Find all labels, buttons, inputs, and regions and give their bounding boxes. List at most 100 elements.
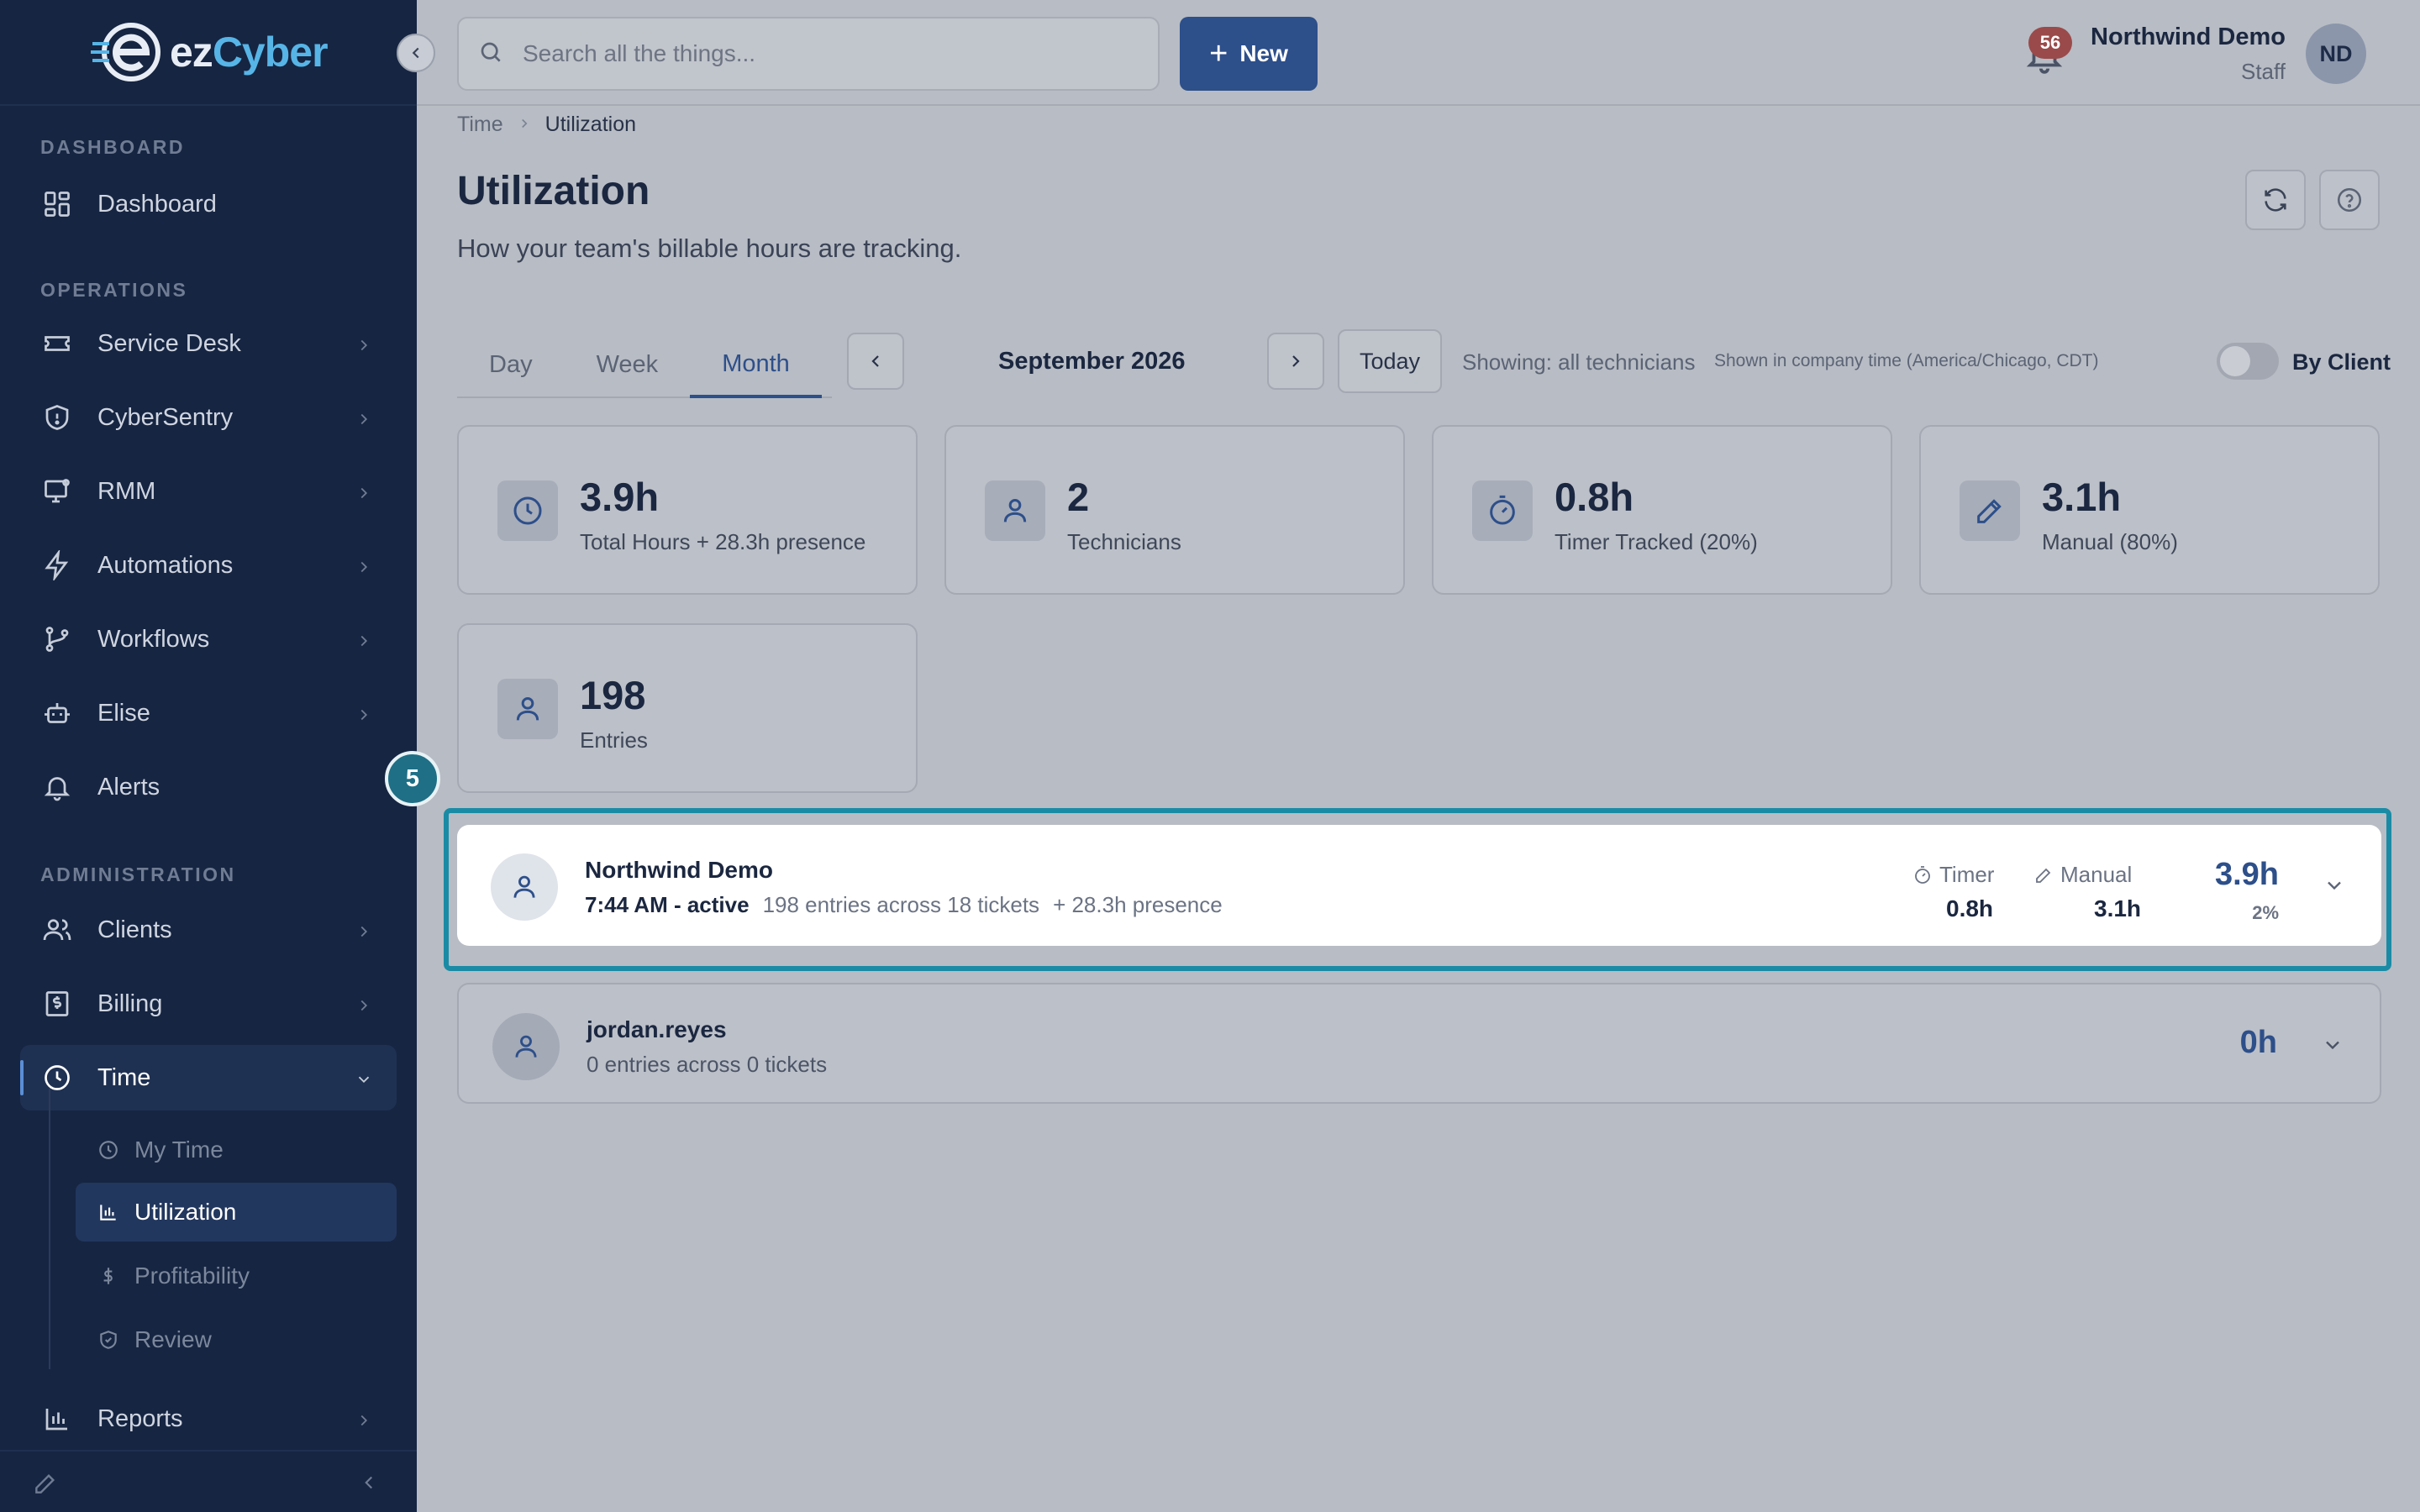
chevron-down-icon	[355, 1068, 373, 1095]
technician-entries: 198 entries across 18 tickets	[762, 892, 1040, 917]
sidebar-item-cybersentry[interactable]: CyberSentry	[20, 385, 397, 450]
sidebar-item-service-desk[interactable]: Service Desk	[20, 311, 397, 376]
search-icon	[477, 39, 504, 70]
chevron-right-icon	[1292, 355, 1300, 367]
pencil-icon	[1960, 480, 2020, 541]
section-label-operations: OPERATIONS	[40, 279, 188, 301]
stat-value: 3.1h	[2042, 475, 2122, 519]
logo-mark-icon	[91, 20, 166, 84]
sidebar-item-elise[interactable]: Elise	[20, 680, 397, 746]
avatar[interactable]: ND	[2306, 24, 2366, 84]
technician-status: 7:44 AM - active	[585, 892, 750, 917]
subnav-item-profitability[interactable]: Profitability	[76, 1247, 397, 1305]
new-button[interactable]: + New	[1180, 17, 1318, 91]
page-title: Utilization	[457, 169, 650, 213]
stat-label: Timer Tracked (20%)	[1555, 529, 1758, 554]
help-button[interactable]	[2319, 170, 2380, 230]
technician-entries: 0 entries across 0 tickets	[587, 1052, 828, 1077]
dollar-icon	[96, 1263, 121, 1289]
technician-row[interactable]: jordan.reyes 0 entries across 0 tickets …	[457, 983, 2381, 1104]
sidebar-item-time[interactable]: Time	[20, 1045, 397, 1110]
stat-card-entries: 198 Entries	[457, 623, 918, 793]
manual-metric-header: Manual	[2033, 862, 2132, 888]
chevron-left-icon	[871, 355, 879, 367]
bar-chart-icon	[40, 1402, 74, 1436]
shield-icon	[40, 401, 74, 434]
stat-card-manual: 3.1h Manual (80%)	[1919, 425, 2380, 595]
stat-value: 2	[1067, 475, 1090, 519]
sidebar-item-alerts[interactable]: Alerts	[20, 754, 397, 820]
subnav-item-my-time[interactable]: My Time	[76, 1121, 397, 1179]
ezcyber-logo[interactable]: ezCyber	[91, 20, 329, 84]
sidebar-item-label: Workflows	[97, 625, 210, 653]
sidebar-item-automations[interactable]: Automations	[20, 533, 397, 598]
section-label-administration: ADMINISTRATION	[40, 864, 236, 885]
refresh-button[interactable]	[2245, 170, 2306, 230]
sidebar-item-label: Automations	[97, 551, 234, 579]
section-label-dashboard: DASHBOARD	[40, 136, 185, 158]
sidebar-collapse-button[interactable]	[397, 34, 435, 72]
collapse-left-icon[interactable]	[358, 1472, 380, 1498]
subnav-item-review[interactable]: Review	[76, 1310, 397, 1369]
chevron-right-icon	[355, 555, 373, 583]
today-button[interactable]: Today	[1338, 329, 1442, 393]
grid-icon	[40, 187, 74, 221]
technician-presence: + 28.3h presence	[1053, 892, 1223, 917]
next-period-button[interactable]	[1267, 333, 1324, 390]
tab-week[interactable]: Week	[565, 333, 691, 396]
topbar: Search all the things... + New 56 Northw…	[417, 0, 2420, 106]
sidebar-item-rmm[interactable]: RMM	[20, 459, 397, 524]
sidebar-item-clients[interactable]: Clients	[20, 897, 397, 963]
sidebar-item-label: CyberSentry	[97, 403, 234, 431]
stat-card-timer-tracked: 0.8h Timer Tracked (20%)	[1432, 425, 1892, 595]
row-total-hours: 0h	[2239, 1025, 2277, 1060]
breadcrumb: Time Utilization	[457, 113, 636, 137]
technician-filter-label[interactable]: Showing: all technicians	[1462, 349, 1696, 375]
previous-period-button[interactable]	[847, 333, 904, 390]
sidebar-item-label: Time	[97, 1063, 151, 1091]
bell-icon	[40, 770, 74, 804]
sidebar-item-label: Reports	[97, 1404, 183, 1432]
stat-label: Manual (80%)	[2042, 529, 2178, 554]
bolt-icon	[40, 549, 74, 582]
refresh-icon	[2265, 188, 2286, 212]
chevron-right-icon	[355, 1409, 373, 1436]
sidebar-item-label: Service Desk	[97, 329, 241, 357]
by-client-toggle[interactable]	[2217, 343, 2279, 380]
chevron-right-icon	[355, 407, 373, 435]
breadcrumb-link-time[interactable]: Time	[457, 113, 503, 137]
sidebar-item-billing[interactable]: Billing	[20, 971, 397, 1037]
sidebar-item-reports[interactable]: Reports	[20, 1386, 397, 1452]
user-role: Staff	[2240, 59, 2286, 84]
row-utilization-percent: 2%	[2252, 902, 2279, 923]
chevron-right-icon	[355, 703, 373, 731]
sidebar-item-workflows[interactable]: Workflows	[20, 606, 397, 672]
page-subtitle: How your team's billable hours are track…	[457, 234, 962, 263]
sidebar-item-dashboard[interactable]: Dashboard	[20, 171, 397, 237]
plus-icon: +	[1209, 35, 1228, 71]
user-avatar-icon	[491, 853, 558, 921]
subnav-item-utilization[interactable]: Utilization	[76, 1183, 397, 1242]
subnav-guide	[49, 1089, 50, 1369]
technician-meta: 7:44 AM - active 198 entries across 18 t…	[585, 892, 1223, 918]
clock-icon	[96, 1137, 121, 1163]
tab-day[interactable]: Day	[457, 333, 565, 396]
subnav-item-label: Profitability	[134, 1263, 250, 1289]
search-input[interactable]: Search all the things...	[457, 17, 1160, 91]
chevron-right-icon	[355, 481, 373, 509]
row-total-hours: 3.9h	[2214, 857, 2279, 892]
technician-row[interactable]: Northwind Demo 7:44 AM - active 198 entr…	[457, 825, 2381, 946]
receipt-icon	[40, 987, 74, 1021]
chevron-down-icon[interactable]	[2321, 1033, 2344, 1061]
edit-icon[interactable]	[32, 1470, 59, 1501]
sidebar-footer	[0, 1450, 417, 1512]
tab-month[interactable]: Month	[690, 333, 822, 398]
chevron-right-icon	[355, 333, 373, 361]
chevron-down-icon[interactable]	[2323, 874, 2346, 901]
chevron-right-icon	[355, 629, 373, 657]
technician-name: jordan.reyes	[587, 1016, 727, 1042]
timer-value: 0.8h	[1946, 895, 1994, 921]
step-badge: 5	[385, 751, 440, 806]
manual-label: Manual	[2060, 862, 2133, 887]
help-icon	[2337, 187, 2362, 213]
